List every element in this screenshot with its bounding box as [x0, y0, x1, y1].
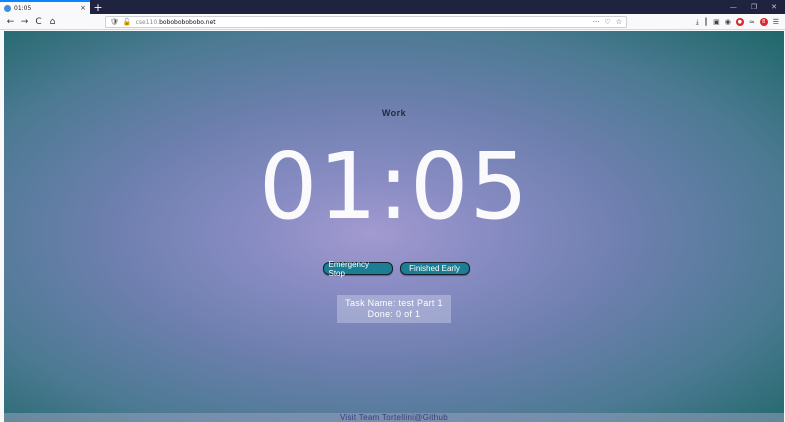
- minimize-icon[interactable]: —: [730, 3, 737, 11]
- github-footer-link[interactable]: Visit Team Tortellini@Github: [4, 413, 784, 422]
- task-name: Task Name: test Part 1: [345, 298, 443, 308]
- url-bar[interactable]: 🛡 🔓 cse110.bobobobobobo.net ··· ♡ ☆: [105, 16, 627, 28]
- timer-display: 01:05: [258, 133, 530, 240]
- shield-icon[interactable]: 🛡: [110, 18, 119, 26]
- tab-title: 01:05: [14, 4, 32, 12]
- insecure-lock-icon[interactable]: 🔓: [123, 18, 132, 26]
- restore-icon[interactable]: ❐: [751, 3, 757, 11]
- tab-bar: 01:05 × + — ❐ ✕: [0, 0, 785, 14]
- browser-tab[interactable]: 01:05 ×: [0, 0, 90, 14]
- control-buttons: Emergency Stop Finished Early: [4, 260, 784, 278]
- emergency-stop-button[interactable]: Emergency Stop: [322, 260, 393, 278]
- sync-icon[interactable]: ≈: [749, 18, 755, 26]
- new-tab-button[interactable]: +: [90, 0, 106, 14]
- bookmark-star-icon[interactable]: ☆: [616, 18, 622, 26]
- page-viewport: Work 01:05 Emergency Stop Finished Early…: [4, 31, 784, 422]
- page-actions-icon[interactable]: ···: [593, 18, 600, 26]
- navigation-bar: ← → C ⌂ 🛡 🔓 cse110.bobobobobobo.net ··· …: [0, 14, 785, 30]
- finished-early-button[interactable]: Finished Early: [399, 262, 470, 275]
- url-actions: ··· ♡ ☆: [593, 18, 622, 26]
- task-progress: Done: 0 of 1: [367, 309, 421, 319]
- notification-icon[interactable]: 8: [759, 18, 768, 26]
- pocket-icon[interactable]: ♡: [604, 18, 610, 26]
- window-controls: — ❐ ✕: [730, 0, 785, 14]
- toolbar-icons: ⤓ ║ ▣ ◉ ● ≈ 8 ☰: [696, 16, 779, 28]
- reload-button[interactable]: C: [32, 15, 45, 28]
- menu-icon[interactable]: ☰: [773, 18, 779, 26]
- close-window-icon[interactable]: ✕: [771, 3, 777, 11]
- mode-label: Work: [381, 108, 407, 118]
- tab-favicon-icon: [4, 4, 11, 12]
- account-icon[interactable]: ◉: [725, 18, 731, 26]
- url-text[interactable]: cse110.bobobobobobo.net: [136, 19, 216, 26]
- task-info-box: Task Name: test Part 1 Done: 0 of 1: [337, 295, 451, 323]
- home-button[interactable]: ⌂: [46, 15, 59, 28]
- addon-icon[interactable]: ●: [735, 18, 744, 26]
- tab-close-icon[interactable]: ×: [80, 4, 86, 12]
- back-button[interactable]: ←: [4, 15, 17, 28]
- library-icon[interactable]: ║: [704, 18, 708, 26]
- download-icon[interactable]: ⤓: [696, 18, 699, 27]
- sidebar-icon[interactable]: ▣: [713, 18, 720, 26]
- forward-button[interactable]: →: [18, 15, 31, 28]
